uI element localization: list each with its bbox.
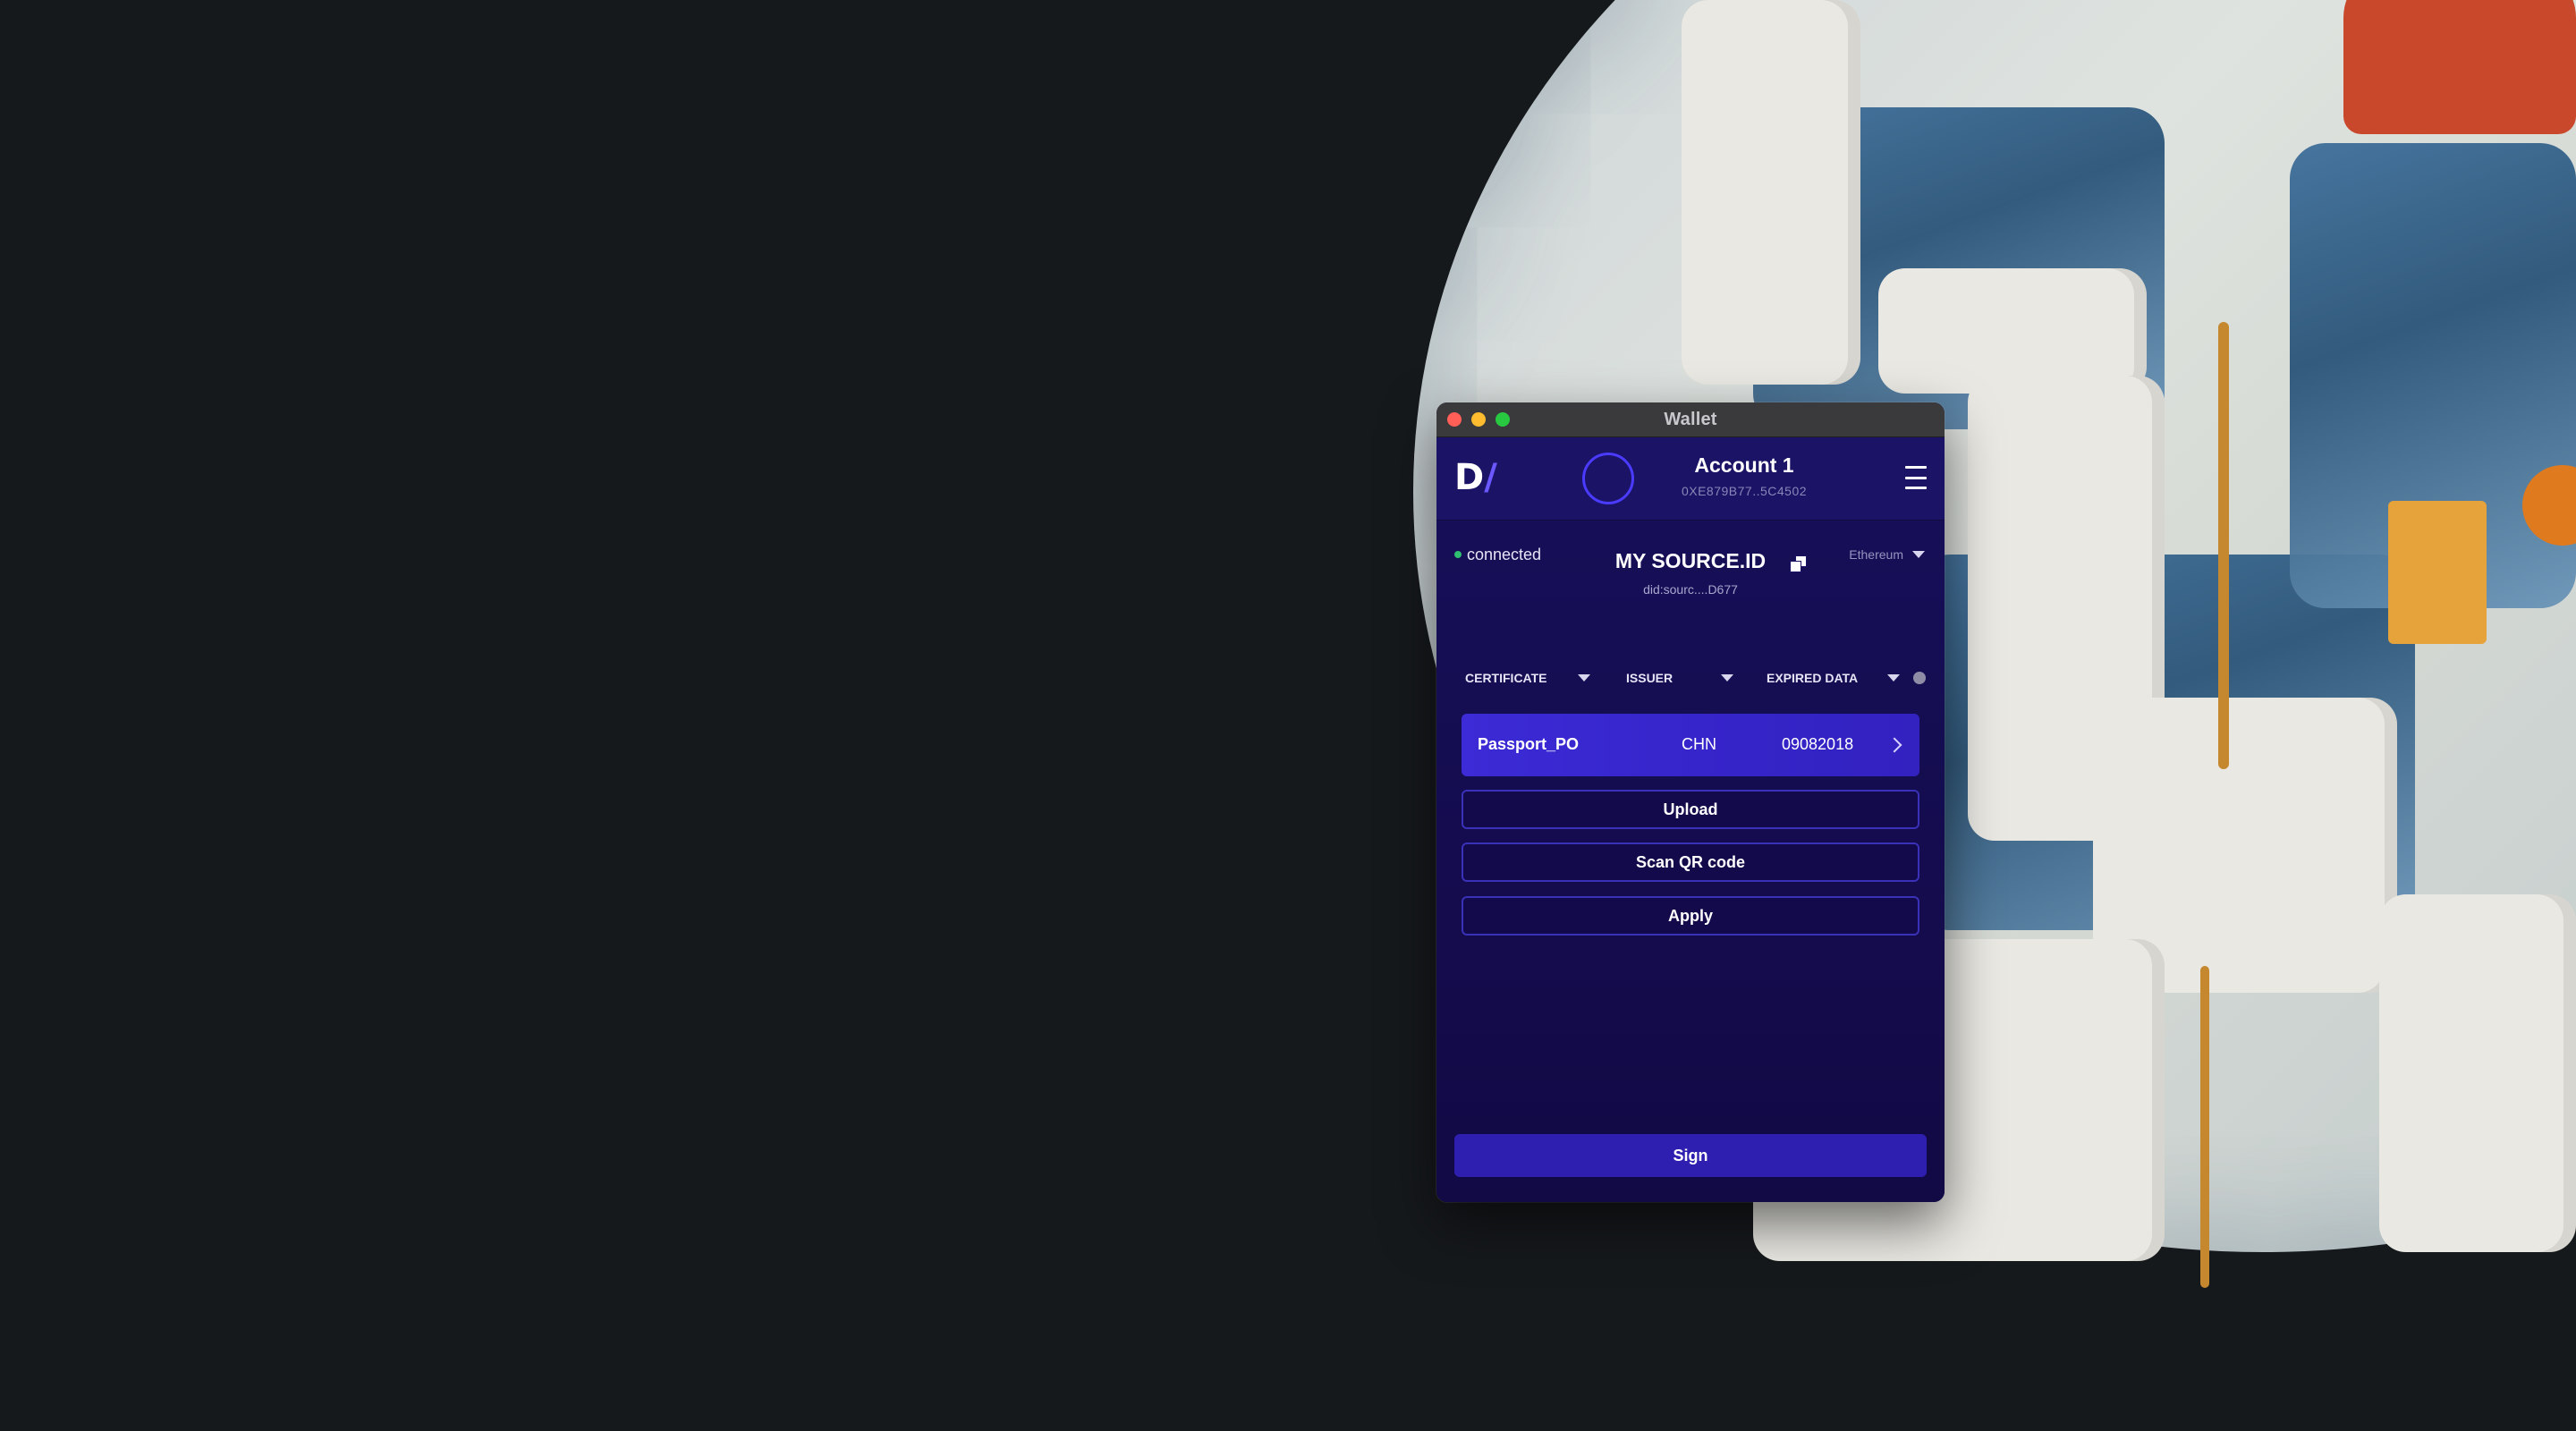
- filter-options-icon[interactable]: [1913, 672, 1926, 684]
- app-logo: D/: [1454, 460, 1497, 495]
- scan-qr-button[interactable]: Scan QR code: [1462, 843, 1919, 882]
- chevron-right-icon: [1886, 737, 1902, 753]
- copy-icon[interactable]: [1790, 555, 1807, 572]
- logo-letter: D: [1454, 457, 1485, 498]
- account-header: D/ Account 1 0XE879B77..5C4502: [1436, 437, 1945, 521]
- wallet-window: Wallet D/ Account 1 0XE879B77..5C4502 co…: [1436, 402, 1945, 1202]
- filter-issuer[interactable]: ISSUER: [1626, 671, 1733, 685]
- document-name: Passport_PO: [1478, 735, 1580, 753]
- window-title: Wallet: [1664, 409, 1717, 429]
- close-window-button[interactable]: [1447, 412, 1462, 427]
- identity-title: MY SOURCE.ID: [1614, 549, 1767, 572]
- account-name[interactable]: Account 1: [1633, 453, 1855, 478]
- wallpaper-cable: [2200, 966, 2209, 1288]
- upload-button[interactable]: Upload: [1462, 790, 1919, 829]
- wallpaper-pipe: [2379, 894, 2576, 1252]
- chevron-down-icon: [1721, 674, 1733, 682]
- chevron-down-icon: [1578, 674, 1590, 682]
- hamburger-menu-icon[interactable]: [1905, 466, 1927, 489]
- filter-expired-label: EXPIRED DATA: [1767, 671, 1859, 685]
- wallpaper-red-shape: [2343, 0, 2576, 134]
- minimize-window-button[interactable]: [1471, 412, 1486, 427]
- filter-certificate-label: CERTIFICATE: [1465, 671, 1547, 685]
- window-titlebar[interactable]: Wallet: [1436, 402, 1945, 437]
- filter-issuer-label: ISSUER: [1626, 671, 1674, 685]
- document-expired-date: 09082018: [1782, 735, 1854, 753]
- document-issuer: CHN: [1682, 735, 1716, 753]
- maximize-window-button[interactable]: [1496, 412, 1510, 427]
- document-filters: CERTIFICATE ISSUER EXPIRED DATA: [1436, 665, 1945, 690]
- wallpaper-panel: [2388, 501, 2487, 644]
- window-controls: [1447, 412, 1510, 427]
- apply-button[interactable]: Apply: [1462, 896, 1919, 936]
- filter-certificate[interactable]: CERTIFICATE: [1465, 671, 1590, 685]
- document-row[interactable]: Passport_PO CHN 09082018: [1462, 714, 1919, 776]
- wallpaper-pipe: [1878, 268, 2147, 394]
- sign-button[interactable]: Sign: [1454, 1134, 1927, 1177]
- filter-expired-data[interactable]: EXPIRED DATA: [1767, 671, 1900, 685]
- identity-did: did:sourc....D677: [1643, 582, 1738, 597]
- wallpaper-cable: [2218, 322, 2229, 769]
- wallpaper-pipe: [1682, 0, 1860, 385]
- logo-slash: /: [1484, 457, 1497, 498]
- chevron-down-icon: [1887, 674, 1900, 682]
- account-avatar[interactable]: [1582, 453, 1634, 504]
- account-address[interactable]: 0XE879B77..5C4502: [1633, 484, 1855, 498]
